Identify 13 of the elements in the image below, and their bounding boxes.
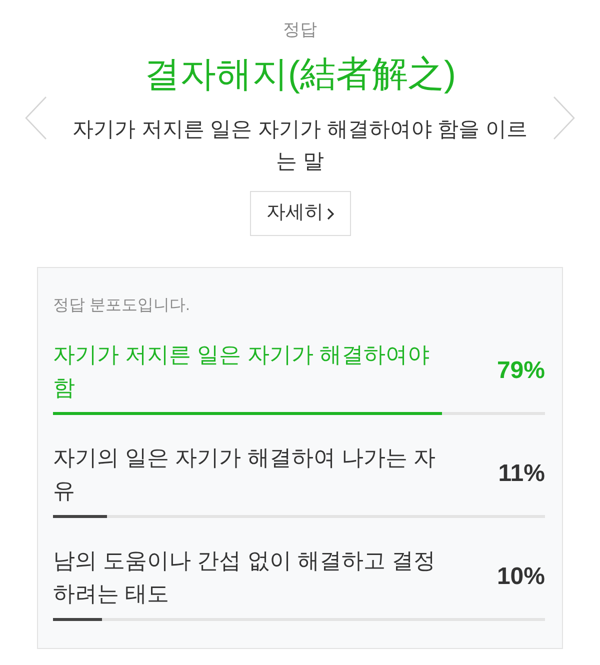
chevron-right-icon[interactable] [326,208,334,220]
answer-title: 결자해지(結者解之) [144,52,456,96]
answer-option: 남의 도움이나 간섭 없이 해결하고 결정하려는 태도 [53,544,448,610]
option-percentage: 10% [496,562,545,592]
option-percentage: 11% [498,459,545,489]
answer-option: 자기의 일은 자기가 해결하여 나가는 자유 [53,441,448,507]
distribution-title: 정답 분포도입니다. [53,296,191,316]
chevron-left-icon[interactable] [25,96,47,140]
answer-option: 자기가 저지른 일은 자기가 해결하여야 함 [53,338,448,404]
answer-label: 정답 [283,19,317,41]
answer-meaning: 자기가 저지른 일은 자기가 해결하여야 함을 이르는 말 [71,117,528,175]
details-button[interactable]: 자세히 [250,191,350,236]
option-percentage: 79% [496,356,545,386]
